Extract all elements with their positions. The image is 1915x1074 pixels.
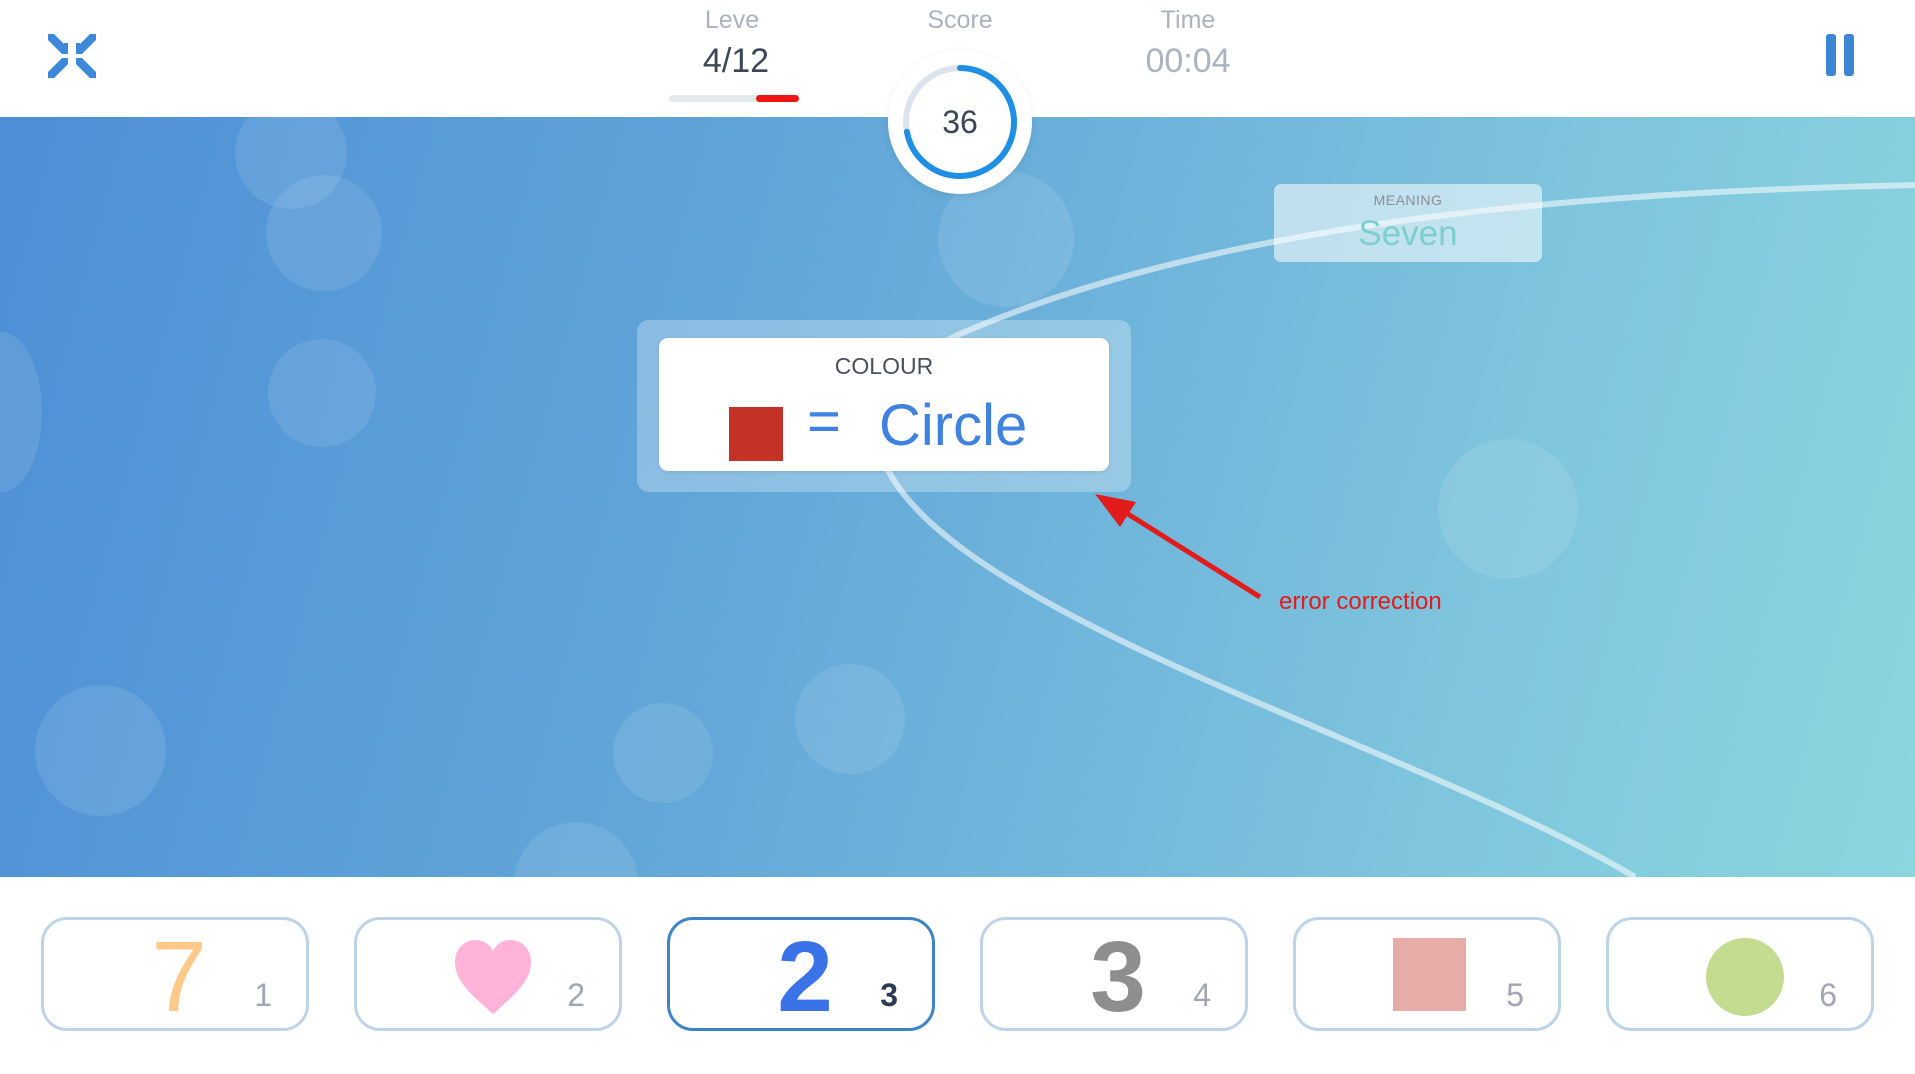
answer-key: 3 bbox=[880, 977, 898, 1013]
answer-area: 7 1 2 2 3 3 4 5 6 bbox=[0, 877, 1915, 1074]
pause-icon bbox=[1826, 34, 1836, 76]
rule-target: Circle bbox=[879, 393, 1028, 458]
answer-button-5[interactable]: 5 bbox=[1293, 917, 1561, 1031]
compress-arrows-icon bbox=[48, 34, 96, 78]
score-label: Score bbox=[927, 6, 993, 34]
annotation-arrow bbox=[1095, 494, 1262, 600]
exit-fullscreen-button[interactable] bbox=[44, 30, 100, 82]
answer-key: 2 bbox=[567, 977, 585, 1013]
score-value: 36 bbox=[942, 104, 978, 140]
equals-sign: = bbox=[807, 389, 841, 454]
level-label: Leve bbox=[704, 6, 760, 34]
answer-button-3[interactable]: 2 3 bbox=[667, 917, 935, 1033]
pause-icon-bar bbox=[1844, 34, 1854, 76]
meaning-label: MEANING bbox=[1373, 192, 1443, 208]
time-value: 00:04 bbox=[1145, 42, 1231, 80]
answer-button-6[interactable]: 6 bbox=[1606, 917, 1874, 1031]
heart-icon bbox=[455, 940, 531, 1014]
answer-key: 5 bbox=[1506, 977, 1524, 1013]
answer-button-1[interactable]: 7 1 bbox=[41, 917, 309, 1033]
answer-key: 1 bbox=[254, 977, 272, 1013]
game-stage bbox=[0, 117, 1915, 877]
score-ring: 36 bbox=[888, 50, 1032, 194]
time-label: Time bbox=[1160, 6, 1216, 34]
level-progress-bar bbox=[669, 95, 799, 102]
answer-glyph: 7 bbox=[151, 921, 207, 1033]
answer-key: 4 bbox=[1193, 977, 1211, 1013]
level-progress-fill bbox=[756, 95, 799, 102]
answer-glyph: 3 bbox=[1090, 921, 1146, 1033]
answer-button-4[interactable]: 3 4 bbox=[980, 917, 1248, 1033]
answer-button-2[interactable]: 2 bbox=[354, 917, 622, 1031]
meaning-card: MEANING Seven bbox=[1274, 184, 1542, 262]
colour-swatch bbox=[729, 407, 783, 461]
rule-card: COLOUR = Circle bbox=[659, 338, 1109, 471]
annotation-label: error correction bbox=[1279, 588, 1442, 615]
answer-glyph: 2 bbox=[777, 921, 833, 1033]
answer-key: 6 bbox=[1819, 977, 1837, 1013]
circle-icon bbox=[1706, 938, 1784, 1016]
square-icon bbox=[1393, 938, 1466, 1011]
rule-label: COLOUR bbox=[834, 353, 934, 379]
pause-button[interactable] bbox=[1820, 32, 1860, 80]
level-value: 4/12 bbox=[702, 42, 770, 80]
meaning-value: Seven bbox=[1358, 214, 1458, 253]
